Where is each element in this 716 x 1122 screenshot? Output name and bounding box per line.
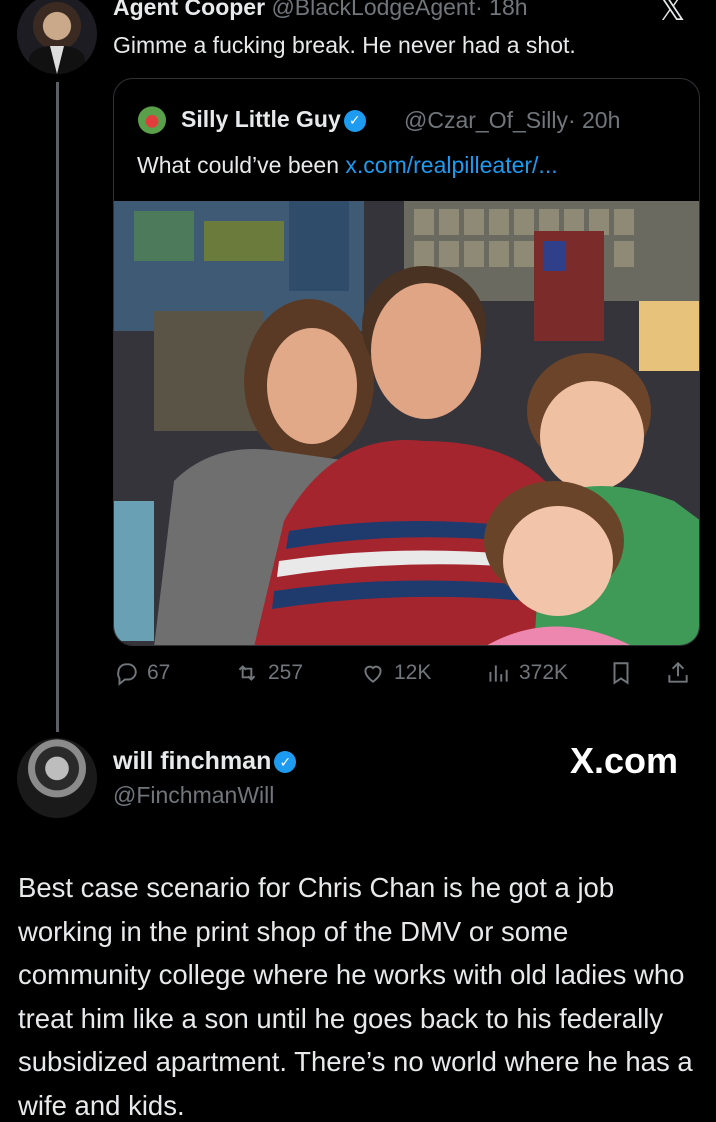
will-finchman-avatar: [17, 738, 97, 818]
reply-count: 67: [147, 661, 171, 684]
screenshot-author-handle: @FinchmanWill: [113, 782, 275, 808]
repost-icon: [238, 665, 256, 681]
bookmark-button[interactable]: [608, 660, 634, 691]
views-button[interactable]: 372K: [485, 660, 568, 686]
repost-button[interactable]: 257: [234, 660, 303, 686]
quoting-tweet-text: Gimme a fucking break. He never had a sh…: [113, 32, 576, 58]
share-icon: [668, 661, 688, 683]
repost-count: 257: [268, 661, 304, 684]
screenshot-tweet-text: Best case scenario for Chris Chan is he …: [18, 872, 693, 1121]
verified-badge-icon: ✓: [274, 751, 297, 774]
quoted-author-meta: @Czar_Of_Silly· 20h: [404, 107, 620, 134]
quoted-author[interactable]: Silly Little Guy ✓: [181, 106, 366, 133]
x-com-watermark: X.com: [570, 740, 679, 781]
x-logo-icon[interactable]: 𝕏: [658, 0, 685, 26]
quoted-author-name[interactable]: Silly Little Guy: [181, 106, 341, 132]
quoted-tweet-text: What could’ve been x.com/realpilleater/.…: [137, 152, 558, 179]
like-count: 12K: [394, 661, 432, 684]
heart-icon: [364, 665, 382, 683]
quoted-tweet-text-prefix: What could’ve been: [137, 152, 346, 178]
quoted-tweet-link[interactable]: x.com/realpilleater/...: [345, 152, 557, 178]
quoted-tweet-time: · 20h: [567, 107, 621, 133]
views-icon: [489, 665, 508, 682]
verified-badge-icon: ✓: [343, 109, 366, 132]
family-photo[interactable]: [114, 201, 699, 645]
quoting-author[interactable]: Agent Cooper @BlackLodgeAgent· 18h: [113, 0, 528, 21]
agent-cooper-avatar[interactable]: [17, 0, 97, 74]
screenshot-author: will finchman ✓: [113, 747, 297, 776]
screen: Agent Cooper @BlackLodgeAgent· 18h 𝕏 Gim…: [0, 0, 716, 1122]
quoting-author-name[interactable]: Agent Cooper: [113, 0, 265, 20]
bookmark-icon: [613, 662, 629, 685]
quoting-tweet-time: · 18h: [475, 0, 528, 20]
quoting-author-handle[interactable]: @BlackLodgeAgent: [271, 0, 475, 20]
reply-button[interactable]: 67: [113, 660, 170, 686]
screenshot-author-name: will finchman: [113, 747, 272, 775]
reply-icon: [117, 663, 137, 686]
quoted-tweet-card[interactable]: Silly Little Guy ✓ @Czar_Of_Silly· 20h Wh…: [113, 78, 700, 646]
like-button[interactable]: 12K: [360, 660, 431, 686]
views-count: 372K: [519, 661, 569, 684]
quoted-author-handle[interactable]: @Czar_Of_Silly: [404, 107, 568, 133]
silly-little-guy-avatar[interactable]: [138, 106, 166, 134]
share-button[interactable]: [665, 660, 691, 691]
thread-line: [56, 82, 59, 732]
